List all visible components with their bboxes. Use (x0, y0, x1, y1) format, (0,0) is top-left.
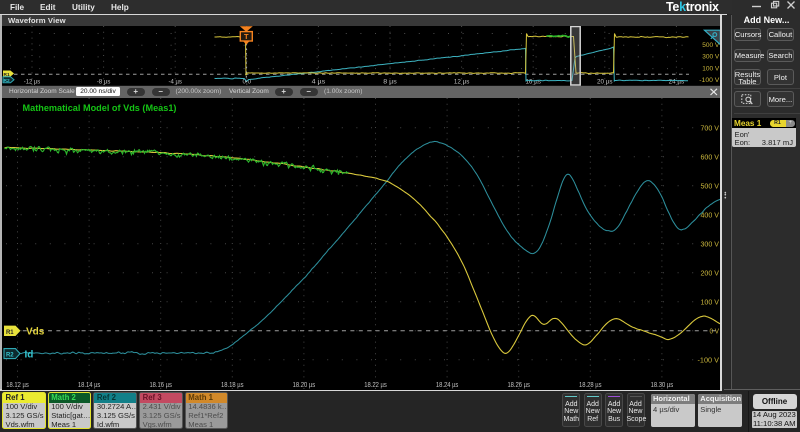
svg-text:24 µs: 24 µs (668, 78, 684, 85)
svg-text:-4 µs: -4 µs (168, 78, 182, 85)
svg-text:0 V: 0 V (709, 326, 719, 335)
svg-text:-12 µs: -12 µs (23, 78, 40, 85)
svg-text:18.20 µs: 18.20 µs (292, 379, 315, 388)
svg-text:4 µs: 4 µs (311, 78, 325, 85)
svg-text:16 µs: 16 µs (525, 78, 541, 85)
svg-text:Id: Id (24, 349, 33, 360)
svg-text:600 V: 600 V (700, 152, 719, 161)
svg-text:18.18 µs: 18.18 µs (221, 379, 244, 388)
svg-text:500 V: 500 V (700, 181, 719, 190)
svg-text:18.14 µs: 18.14 µs (77, 379, 100, 388)
svg-text:18.26 µs: 18.26 µs (507, 379, 530, 388)
svg-text:-8 µs: -8 µs (96, 78, 110, 85)
svg-text:300 V: 300 V (702, 54, 719, 61)
svg-text:500 V: 500 V (702, 42, 719, 49)
svg-text:18.22 µs: 18.22 µs (364, 379, 387, 388)
svg-text:Mathematical Model of Vds (Mea: Mathematical Model of Vds (Meas1) (22, 103, 176, 113)
svg-text:200 V: 200 V (700, 268, 719, 277)
svg-text:100 V: 100 V (700, 297, 719, 306)
svg-text:-100 V: -100 V (699, 77, 719, 84)
svg-text:18.24 µs: 18.24 µs (435, 379, 458, 388)
svg-text:R1: R1 (5, 329, 13, 335)
svg-text:300 V: 300 V (700, 239, 719, 248)
svg-text:700 V: 700 V (700, 123, 719, 132)
svg-text:18.12 µs: 18.12 µs (6, 379, 29, 388)
svg-text:12 µs: 12 µs (453, 78, 469, 85)
svg-text:18.28 µs: 18.28 µs (579, 379, 602, 388)
svg-text:8 µs: 8 µs (383, 78, 397, 85)
svg-text:20 µs: 20 µs (597, 78, 613, 85)
svg-text:18.16 µs: 18.16 µs (149, 379, 172, 388)
svg-text:100 V: 100 V (702, 65, 719, 72)
svg-text:18.30 µs: 18.30 µs (650, 379, 673, 388)
svg-text:R2: R2 (3, 78, 9, 84)
svg-text:T: T (244, 32, 249, 41)
svg-text:Vds: Vds (25, 326, 44, 337)
svg-text:R2: R2 (5, 352, 13, 358)
svg-text:-100 V: -100 V (697, 355, 719, 364)
